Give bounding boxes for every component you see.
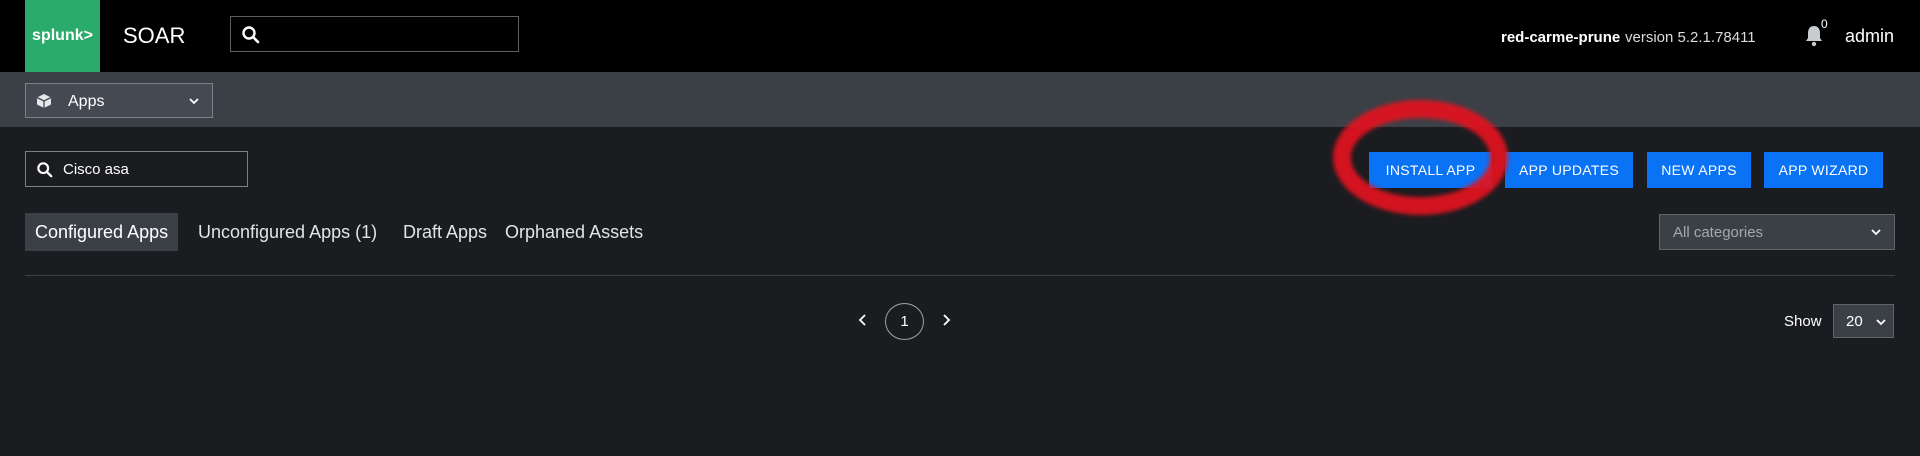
version-label: version 5.2.1.78411 xyxy=(1625,29,1756,46)
search-icon xyxy=(37,162,53,178)
app-wizard-button[interactable]: APP WIZARD xyxy=(1764,152,1883,188)
tab-unconfigured-apps[interactable]: Unconfigured Apps (1) xyxy=(198,213,377,251)
user-menu[interactable]: admin xyxy=(1845,26,1894,47)
notification-count: 0 xyxy=(1821,17,1828,31)
tab-orphaned-assets[interactable]: Orphaned Assets xyxy=(505,213,643,251)
tab-draft-apps[interactable]: Draft Apps xyxy=(403,213,487,251)
page-size-dropdown[interactable]: 20 xyxy=(1833,304,1894,338)
page-size-value: 20 xyxy=(1846,313,1863,330)
global-search-input[interactable] xyxy=(230,16,519,52)
tab-configured-apps[interactable]: Configured Apps xyxy=(25,213,179,251)
category-placeholder: All categories xyxy=(1673,224,1764,241)
app-search-value: Cisco asa xyxy=(63,161,129,178)
show-label: Show xyxy=(1784,313,1822,330)
divider xyxy=(25,275,1895,276)
chevron-down-icon xyxy=(1871,229,1881,236)
app-search-input[interactable]: Cisco asa xyxy=(25,151,248,187)
chevron-down-icon xyxy=(1876,319,1886,326)
section-label: Apps xyxy=(68,93,105,110)
section-dropdown[interactable]: Apps xyxy=(25,83,213,118)
category-dropdown[interactable]: All categories xyxy=(1659,214,1895,250)
search-icon xyxy=(242,26,260,44)
install-app-button[interactable]: INSTALL APP xyxy=(1369,152,1492,188)
top-bar: splunk> SOAR red-carme-prune version 5.2… xyxy=(0,0,1920,72)
app-updates-button[interactable]: APP UPDATES xyxy=(1505,152,1633,188)
page-number-button[interactable]: 1 xyxy=(885,303,924,340)
chevron-left-icon[interactable] xyxy=(857,313,869,327)
cube-icon xyxy=(36,94,52,108)
chevron-down-icon xyxy=(189,98,199,105)
splunk-logo[interactable]: splunk> xyxy=(25,0,100,72)
new-apps-button[interactable]: NEW APPS xyxy=(1647,152,1751,188)
app-title: SOAR xyxy=(123,23,186,48)
sub-bar xyxy=(0,72,1920,127)
server-name: red-carme-prune xyxy=(1501,29,1621,46)
chevron-right-icon[interactable] xyxy=(940,313,952,327)
